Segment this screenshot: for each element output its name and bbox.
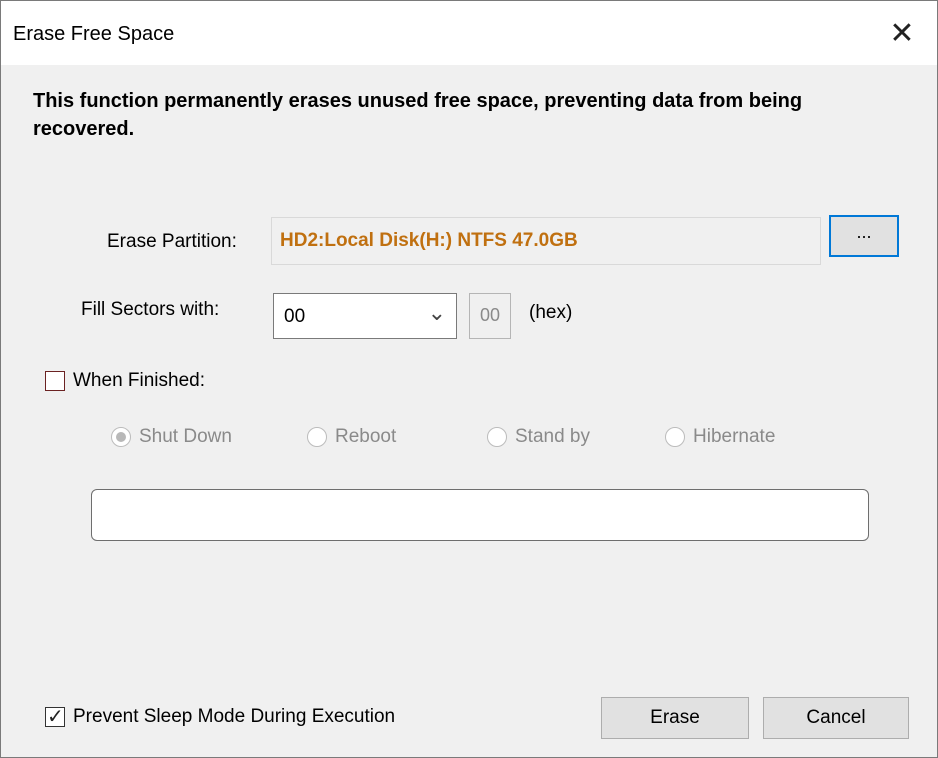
close-icon[interactable]: ✕ xyxy=(867,1,937,65)
stand-by-radio[interactable] xyxy=(487,427,507,447)
reboot-radio[interactable] xyxy=(307,427,327,447)
hex-value-field: 00 xyxy=(469,293,511,339)
hibernate-radio[interactable] xyxy=(665,427,685,447)
hibernate-label: Hibernate xyxy=(693,426,776,447)
when-finished-label: When Finished: xyxy=(73,370,206,391)
chevron-down-icon: ⌄ xyxy=(427,300,446,325)
fill-sectors-selected: 00 xyxy=(284,306,306,327)
browse-partition-button[interactable]: ... xyxy=(829,215,899,257)
description-text: This function permanently erases unused … xyxy=(33,90,803,140)
erase-free-space-dialog: Erase Free Space ✕ This function permane… xyxy=(0,0,938,758)
erase-partition-label: Erase Partition: xyxy=(107,231,237,252)
fill-sectors-label: Fill Sectors with: xyxy=(81,299,220,320)
prevent-sleep-label: Prevent Sleep Mode During Execution xyxy=(73,706,396,727)
reboot-label: Reboot xyxy=(335,426,397,447)
erase-button[interactable]: Erase xyxy=(601,697,749,739)
prevent-sleep-checkbox[interactable] xyxy=(45,704,65,729)
partition-field: HD2:Local Disk(H:) NTFS 47.0GB xyxy=(271,217,821,265)
progress-bar xyxy=(91,489,869,541)
title-bar: Erase Free Space ✕ xyxy=(1,1,937,65)
fill-sectors-select[interactable]: 00 ⌄ xyxy=(273,293,457,339)
when-finished-checkbox[interactable] xyxy=(45,371,65,391)
window-title: Erase Free Space xyxy=(13,23,175,45)
hex-unit-label: (hex) xyxy=(529,302,573,323)
shut-down-label: Shut Down xyxy=(139,426,232,447)
stand-by-label: Stand by xyxy=(515,426,590,447)
partition-value: HD2:Local Disk(H:) NTFS 47.0GB xyxy=(280,230,578,251)
shut-down-radio[interactable] xyxy=(111,427,131,447)
cancel-button[interactable]: Cancel xyxy=(763,697,909,739)
